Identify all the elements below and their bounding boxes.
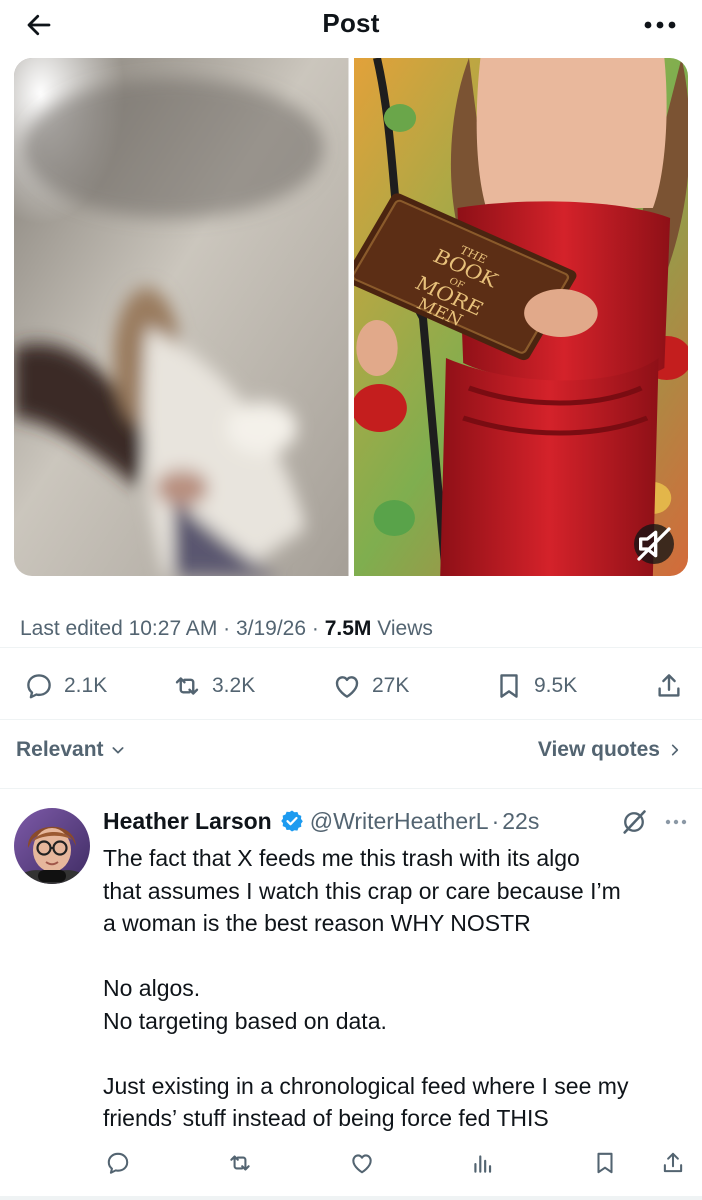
chevron-down-icon [112, 747, 124, 754]
reply-bubble-icon [27, 674, 51, 699]
reply-text-line: No algos. [103, 975, 201, 1001]
repost-icon [230, 1155, 250, 1171]
reply-text-line: that assumes I watch this crap or care b… [103, 877, 621, 904]
reply-text-line: a woman is the best reason WHY NOSTR [103, 910, 531, 936]
sort-replies-dropdown[interactable]: Relevant [16, 738, 126, 762]
repost-icon [175, 677, 199, 695]
repost-count: 3.2K [212, 674, 256, 697]
author-name[interactable]: Heather Larson [103, 808, 272, 835]
share-button[interactable] [654, 664, 684, 708]
heart-icon [352, 1154, 372, 1174]
edited-timestamp: Last edited 10:27 AM · 3/19/26 · [20, 617, 325, 640]
speaker-muted-icon [637, 527, 671, 561]
page-title: Post [322, 8, 380, 38]
reply-share-button[interactable] [655, 1145, 691, 1181]
divider [0, 1196, 702, 1200]
top-bar: Post [0, 0, 702, 50]
reply-like-button[interactable] [344, 1145, 380, 1181]
media-image-left[interactable] [14, 58, 349, 576]
divider [0, 788, 702, 789]
reply-count: 2.1K [64, 674, 108, 697]
post-media-grid: THE BOOK OF MORE MEN [14, 58, 688, 576]
bookmark-icon [597, 1152, 613, 1174]
reply-bookmark-button[interactable] [587, 1145, 623, 1181]
repost-button[interactable]: 3.2K [172, 664, 255, 708]
view-quotes-label: View quotes [537, 738, 660, 761]
reply-header: Heather Larson @WriterHeatherL · 22s [103, 806, 539, 836]
chevron-right-icon [671, 744, 679, 756]
reply-repost-button[interactable] [222, 1145, 258, 1181]
verified-badge-icon [280, 810, 303, 832]
reply-text-line: friends’ stuff instead of being force fe… [103, 1105, 549, 1131]
mute-toggle-button[interactable] [634, 524, 674, 564]
avatar[interactable] [14, 808, 90, 884]
author-handle[interactable]: @WriterHeatherL [310, 808, 489, 835]
views-label: Views [371, 617, 433, 640]
woman-red-dress-image: THE BOOK OF MORE MEN [353, 58, 688, 576]
divider [0, 719, 702, 720]
grok-button[interactable] [620, 808, 648, 836]
bookmark-button[interactable]: 9.5K [494, 664, 577, 708]
reply-timestamp[interactable]: 22s [502, 808, 539, 835]
reply-text-line [103, 1037, 693, 1070]
more-options-button[interactable] [638, 8, 682, 42]
reply-text-line [103, 940, 693, 973]
reply-more-button[interactable] [662, 808, 690, 836]
reply-action-bar [100, 1145, 690, 1181]
reply-button[interactable]: 2.1K [24, 664, 107, 708]
reply-text-line: The fact that X feeds me this trash with… [103, 845, 580, 871]
blurred-photo-image [14, 58, 349, 576]
post-timestamp-views: Last edited 10:27 AM · 3/19/26 · 7.5M Vi… [20, 617, 433, 641]
view-quotes-link[interactable]: View quotes [538, 738, 682, 762]
bar-chart-icon [474, 1155, 492, 1173]
views-count[interactable]: 7.5M [325, 617, 372, 640]
post-action-bar: 2.1K 3.2K 27K 9.5K [14, 664, 690, 708]
more-horizontal-icon [644, 21, 676, 29]
grok-icon [623, 810, 646, 834]
sort-label: Relevant [16, 738, 104, 761]
divider [0, 647, 702, 648]
media-video-right[interactable]: THE BOOK OF MORE MEN [353, 58, 688, 576]
reply-text: The fact that X feeds me this trash with… [103, 842, 693, 1135]
reply-text-line: No targeting based on data. [103, 1007, 387, 1034]
separator-dot: · [491, 807, 500, 834]
share-icon [658, 674, 680, 697]
share-icon [663, 1152, 683, 1173]
bookmark-count: 9.5K [534, 674, 578, 697]
heart-icon [335, 676, 359, 698]
reply-reply-button[interactable] [100, 1145, 136, 1181]
like-count: 27K [372, 674, 410, 697]
reply-bubble-icon [107, 1152, 129, 1174]
user-avatar-image [14, 808, 90, 884]
like-button[interactable]: 27K [332, 664, 409, 708]
reply-text-line: Just existing in a chronological feed wh… [103, 1072, 629, 1099]
more-horizontal-icon [665, 819, 687, 825]
bookmark-icon [500, 674, 518, 698]
reply-views-button[interactable] [465, 1145, 501, 1181]
